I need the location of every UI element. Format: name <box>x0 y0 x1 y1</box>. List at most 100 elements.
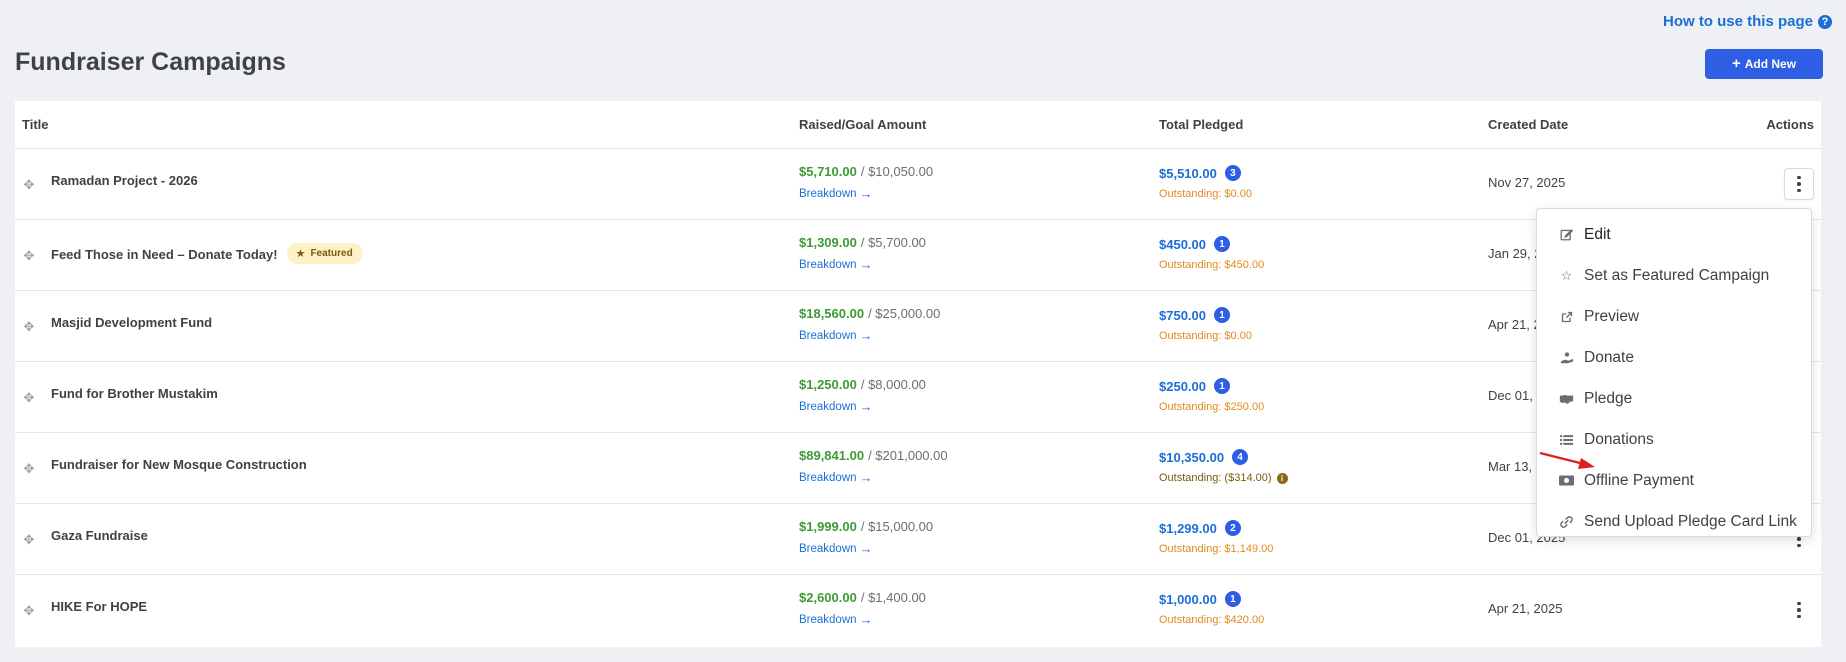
arrow-right-icon: → <box>859 328 873 343</box>
goal-amount: / $25,000.00 <box>868 306 941 321</box>
menu-item-label: Send Upload Pledge Card Link <box>1584 512 1797 530</box>
raised-amount: $5,710.00 <box>799 164 857 179</box>
outstanding-amount: Outstanding: $0.00 <box>1159 188 1252 200</box>
menu-item-label: Preview <box>1584 307 1640 325</box>
menu-item-pledge[interactable]: Pledge <box>1537 378 1811 419</box>
campaign-title: Ramadan Project - 2026 <box>51 173 198 188</box>
pledged-amount[interactable]: $1,299.00 <box>1159 521 1217 536</box>
star-icon: ★ <box>295 248 306 260</box>
drag-handle-icon[interactable]: ✥ <box>22 391 36 405</box>
info-icon[interactable]: i <box>1276 472 1288 484</box>
menu-item-send-upload-pledge-card-link[interactable]: Send Upload Pledge Card Link <box>1537 501 1811 542</box>
campaign-title: Feed Those in Need – Donate Today! <box>51 246 278 262</box>
menu-item-label: Donate <box>1584 348 1634 366</box>
breakdown-link[interactable]: Breakdown → <box>799 470 948 485</box>
created-date: Jan 29, 2 <box>1488 246 1542 261</box>
question-icon[interactable]: ? <box>1818 14 1832 29</box>
column-header-created-date: Created Date <box>1488 117 1569 132</box>
outstanding-amount: Outstanding: ($314.00) i <box>1159 472 1288 484</box>
add-new-button[interactable]: + Add New <box>1705 49 1823 79</box>
goal-amount: / $15,000.00 <box>860 519 934 534</box>
breakdown-label[interactable]: Breakdown <box>799 259 857 271</box>
table-header: Title Raised/Goal Amount Total Pledged C… <box>15 101 1821 149</box>
drag-handle-icon[interactable]: ✥ <box>22 320 36 334</box>
campaign-title: Fund for Brother Mustakim <box>51 386 218 401</box>
menu-item-edit[interactable]: Edit <box>1537 214 1811 255</box>
menu-item-label: Edit <box>1584 225 1611 243</box>
created-date: Apr 21, 2 <box>1488 317 1541 332</box>
arrow-right-icon: → <box>859 399 873 414</box>
breakdown-label[interactable]: Breakdown <box>799 614 857 626</box>
breakdown-label[interactable]: Breakdown <box>799 543 857 555</box>
more-vertical-icon <box>1797 175 1801 193</box>
goal-amount: / $201,000.00 <box>868 448 948 463</box>
raised-amount: $1,309.00 <box>799 235 857 250</box>
list-icon <box>1559 434 1574 446</box>
pledged-amount[interactable]: $10,350.00 <box>1159 450 1224 465</box>
row-actions-menu: Edit ☆ Set as Featured Campaign Preview … <box>1536 208 1812 537</box>
pledged-amount[interactable]: $1,000.00 <box>1159 592 1217 607</box>
campaign-title: HIKE For HOPE <box>51 599 148 614</box>
breakdown-link[interactable]: Breakdown → <box>799 612 926 627</box>
link-icon <box>1559 515 1574 528</box>
campaign-title: Masjid Development Fund <box>51 315 213 330</box>
pledged-amount[interactable]: $750.00 <box>1159 308 1206 323</box>
pledge-count-badge: 2 <box>1224 520 1241 536</box>
arrow-right-icon: → <box>859 470 873 485</box>
drag-handle-icon[interactable]: ✥ <box>22 249 36 263</box>
pledge-count-badge: 1 <box>1214 307 1230 323</box>
raised-amount: $1,999.00 <box>799 519 857 534</box>
arrow-right-icon: → <box>859 257 873 272</box>
column-header-title: Title <box>22 117 49 132</box>
pledged-amount[interactable]: $450.00 <box>1159 237 1206 252</box>
breakdown-link[interactable]: Breakdown → <box>799 399 926 414</box>
raised-amount: $1,250.00 <box>799 377 857 392</box>
breakdown-label[interactable]: Breakdown <box>799 330 857 342</box>
table-row: ✥ HIKE For HOPE $2,600.00 / $1,400.00 Br… <box>15 575 1821 646</box>
arrow-right-icon: → <box>859 541 873 556</box>
breakdown-link[interactable]: Breakdown → <box>799 257 926 272</box>
arrow-right-icon: → <box>859 612 873 627</box>
pledged-amount[interactable]: $5,510.00 <box>1159 166 1217 181</box>
breakdown-link[interactable]: Breakdown → <box>799 186 933 201</box>
created-date: Mar 13, 2 <box>1488 459 1543 474</box>
plus-icon: + <box>1731 55 1741 72</box>
pledged-amount[interactable]: $250.00 <box>1159 379 1206 394</box>
breakdown-label[interactable]: Breakdown <box>799 188 857 200</box>
outstanding-amount: Outstanding: $0.00 <box>1159 330 1252 342</box>
menu-item-set-featured[interactable]: ☆ Set as Featured Campaign <box>1537 255 1811 296</box>
breakdown-label[interactable]: Breakdown <box>799 472 857 484</box>
breakdown-link[interactable]: Breakdown → <box>799 328 940 343</box>
edit-icon <box>1559 228 1574 241</box>
external-link-icon <box>1559 311 1574 323</box>
breakdown-label[interactable]: Breakdown <box>799 401 857 413</box>
annotation-arrow-icon <box>1539 451 1595 469</box>
column-header-total-pledged: Total Pledged <box>1159 117 1244 132</box>
arrow-right-icon: → <box>859 186 873 201</box>
menu-item-donate[interactable]: Donate <box>1537 337 1811 378</box>
outstanding-label: Outstanding: $0.00 <box>1159 188 1252 200</box>
help-link-label[interactable]: How to use this page <box>1663 13 1813 30</box>
campaign-title: Gaza Fundraise <box>51 528 148 543</box>
drag-handle-icon[interactable]: ✥ <box>22 462 36 476</box>
outstanding-amount: Outstanding: $1,149.00 <box>1159 543 1273 555</box>
featured-badge: ★ Featured <box>286 243 363 264</box>
add-new-label: Add New <box>1744 57 1797 71</box>
raised-amount: $2,600.00 <box>799 590 857 605</box>
help-link[interactable]: How to use this page ? <box>1663 13 1832 30</box>
row-actions-button[interactable] <box>1784 594 1814 626</box>
pledge-count-badge: 1 <box>1214 378 1230 394</box>
outstanding-label: Outstanding: $450.00 <box>1159 259 1265 271</box>
handshake-icon <box>1559 393 1574 405</box>
drag-handle-icon[interactable]: ✥ <box>22 178 36 192</box>
menu-item-preview[interactable]: Preview <box>1537 296 1811 337</box>
goal-amount: / $8,000.00 <box>860 377 926 392</box>
drag-handle-icon[interactable]: ✥ <box>22 604 36 618</box>
hand-coin-icon <box>1559 351 1574 365</box>
outstanding-label: Outstanding: $0.00 <box>1159 330 1252 342</box>
pledge-count-badge: 4 <box>1232 449 1249 465</box>
breakdown-link[interactable]: Breakdown → <box>799 541 933 556</box>
more-vertical-icon <box>1797 601 1801 619</box>
row-actions-button[interactable] <box>1784 168 1814 200</box>
drag-handle-icon[interactable]: ✥ <box>22 533 36 547</box>
